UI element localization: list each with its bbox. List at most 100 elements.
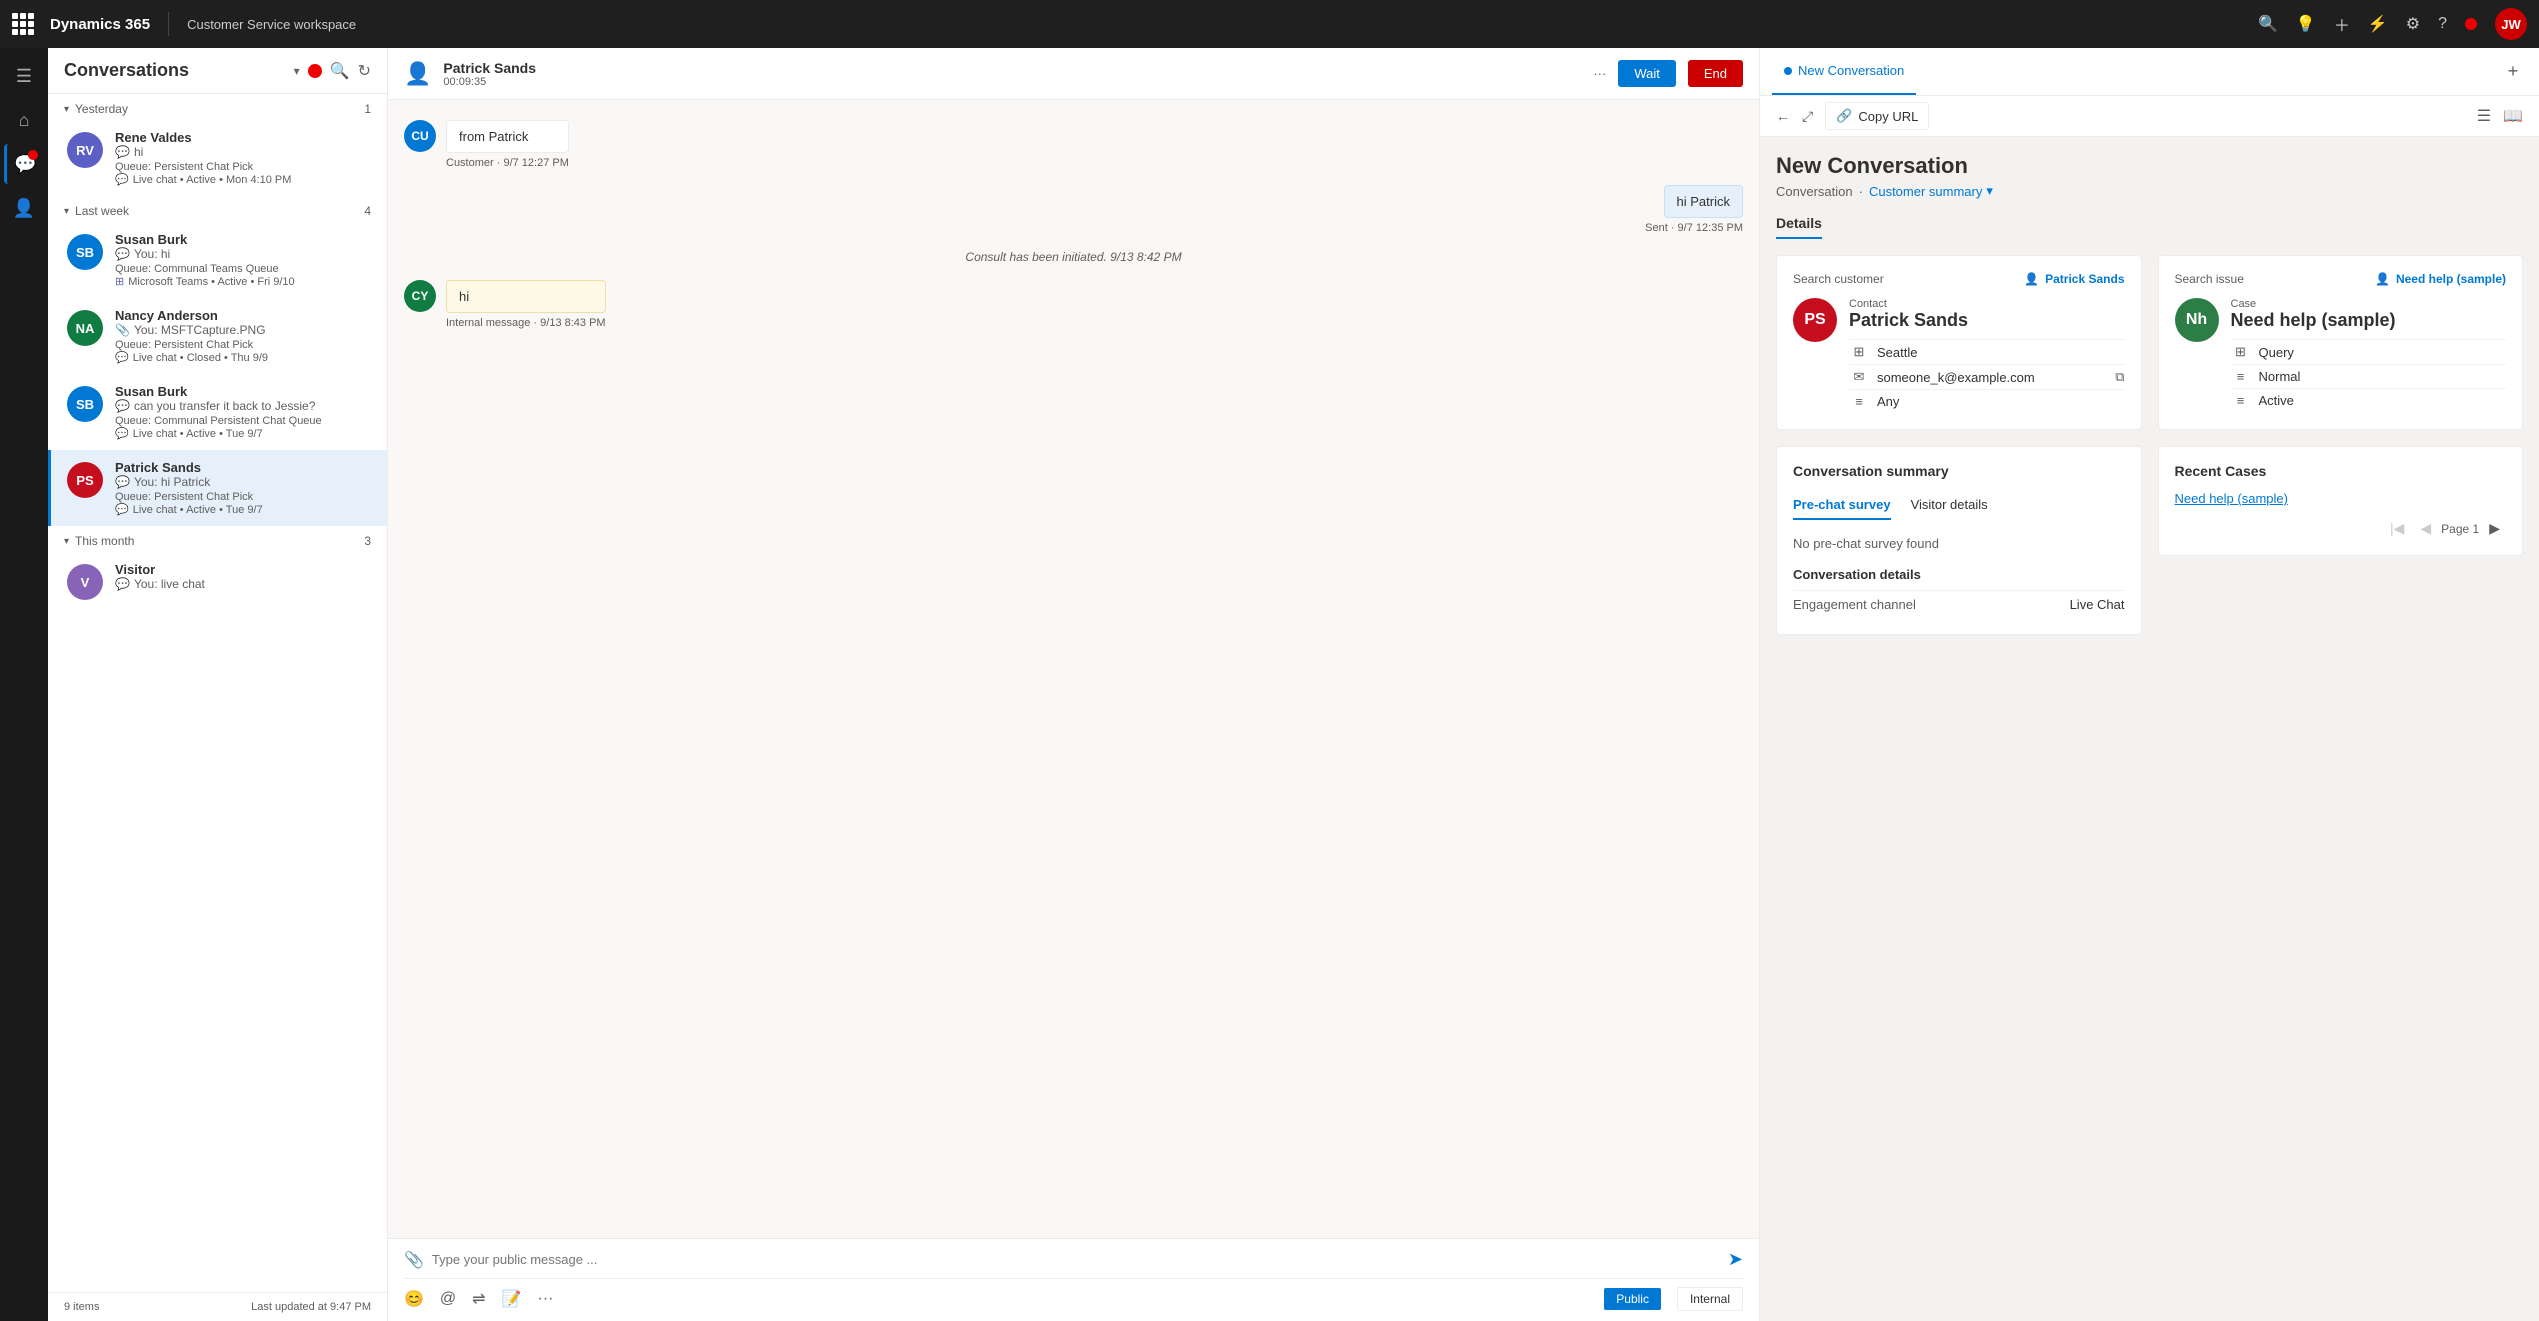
conv-details: Patrick Sands 💬 You: hi Patrick Queue: P… (115, 460, 371, 516)
conv-details: Visitor 💬 You: live chat (115, 562, 371, 591)
app-grid-icon[interactable] (12, 13, 34, 35)
message-text: from Patrick (459, 129, 528, 144)
send-icon[interactable]: ➤ (1728, 1249, 1743, 1270)
chat-input[interactable] (432, 1252, 1720, 1267)
details-section-label: Details (1776, 215, 2523, 255)
message-meta: Internal message · 9/13 8:43 PM (446, 317, 606, 329)
case-detail-2: ≡ Normal (2231, 364, 2507, 388)
conv-name: Susan Burk (115, 384, 371, 399)
location-icon: ⊞ (1849, 344, 1869, 360)
lightbulb-icon[interactable]: 💡 (2296, 14, 2316, 34)
engagement-channel-value: Live Chat (2070, 597, 2125, 612)
avatar: CY (404, 280, 436, 312)
tab-new-conversation[interactable]: New Conversation (1772, 48, 1916, 95)
list-item[interactable]: SB Susan Burk 💬 can you transfer it back… (48, 374, 387, 450)
conv-queue: Queue: Persistent Chat Pick (115, 339, 371, 351)
conv-details: Nancy Anderson 📎 You: MSFTCapture.PNG Qu… (115, 308, 371, 364)
case-field1: Query (2259, 345, 2507, 360)
group-yesterday[interactable]: ▾ Yesterday 1 (48, 94, 387, 120)
icon-bar-conversations[interactable]: 💬 (4, 144, 44, 184)
issue-search-value[interactable]: 👤 Need help (sample) (2375, 272, 2506, 286)
first-page-btn[interactable]: |◀ (2384, 518, 2410, 539)
case-field2-icon: ≡ (2231, 369, 2251, 384)
avatar: V (67, 564, 103, 600)
customer-search-value[interactable]: 👤 Patrick Sands (2024, 272, 2124, 286)
end-button[interactable]: End (1688, 60, 1743, 87)
customer-card: Search customer 👤 Patrick Sands PS Conta… (1776, 255, 2142, 430)
prev-page-btn[interactable]: ◀ (2414, 518, 2437, 539)
back-button[interactable]: ← (1772, 104, 1794, 128)
mention-icon[interactable]: @ (440, 1290, 456, 1308)
conversations-chevron[interactable]: ▾ (294, 64, 300, 78)
chat-more-btn[interactable]: ··· (1593, 66, 1606, 81)
popout-button[interactable]: ⤢ (1798, 104, 1817, 129)
list-item[interactable]: SB Susan Burk 💬 You: hi Queue: Communal … (48, 222, 387, 298)
email-copy-icon[interactable]: ⧉ (2115, 369, 2124, 385)
message-text: hi Patrick (1677, 194, 1730, 209)
message-meta: Sent · 9/7 12:35 PM (1645, 222, 1743, 234)
contact-detail-location: ⊞ Seattle (1849, 339, 2125, 364)
group-thismonth-chevron: ▾ (64, 536, 69, 547)
icon-bar-contacts[interactable]: 👤 (4, 188, 44, 228)
settings-icon[interactable]: ⚙ (2406, 14, 2420, 34)
case-card: Nh Case Need help (sample) ⊞ Query ≡ Nor… (2175, 298, 2507, 412)
help-icon[interactable]: ? (2438, 15, 2447, 33)
internal-button[interactable]: Internal (1677, 1287, 1743, 1311)
message-content: hi Patrick Sent · 9/7 12:35 PM (1645, 185, 1743, 234)
chat-timer: 00:09:35 (443, 76, 1581, 88)
public-button[interactable]: Public (1604, 1288, 1661, 1310)
conv-details: Rene Valdes 💬 hi Queue: Persistent Chat … (115, 130, 371, 186)
book-icon[interactable]: 📖 (2499, 102, 2527, 130)
message-group: CY hi Internal message · 9/13 8:43 PM (404, 280, 1743, 329)
conv-message: 💬 hi (115, 145, 371, 159)
attach-icon[interactable]: 📎 (404, 1250, 424, 1270)
workspace-name: Customer Service workspace (187, 17, 356, 32)
next-page-btn[interactable]: ▶ (2483, 518, 2506, 539)
plus-icon[interactable]: ＋ (2334, 12, 2350, 36)
list-item[interactable]: RV Rene Valdes 💬 hi Queue: Persistent Ch… (48, 120, 387, 196)
transfer-icon[interactable]: ⇌ (472, 1289, 485, 1309)
avatar[interactable]: JW (2495, 8, 2527, 40)
avatar: PS (1793, 298, 1837, 342)
filter-icon[interactable]: ⚡ (2368, 14, 2388, 34)
conversations-search-btn[interactable]: 🔍 (330, 61, 350, 81)
breadcrumb-active[interactable]: Customer summary ▾ (1869, 183, 1993, 199)
list-item[interactable]: PS Patrick Sands 💬 You: hi Patrick Queue… (48, 450, 387, 526)
recent-case-link[interactable]: Need help (sample) (2175, 491, 2507, 506)
more-icon[interactable]: ··· (538, 1290, 554, 1308)
list-view-icon[interactable]: ☰ (2473, 102, 2495, 130)
tab-visitor-details[interactable]: Visitor details (1911, 491, 1988, 520)
search-icon[interactable]: 🔍 (2258, 14, 2278, 34)
right-panel-content: New Conversation Conversation · Customer… (1760, 137, 2539, 1321)
copy-url-button[interactable]: 🔗 Copy URL (1825, 102, 1929, 130)
add-tab-button[interactable]: + (2499, 58, 2527, 86)
tab-prechat-survey[interactable]: Pre-chat survey (1793, 491, 1891, 520)
conv-name: Visitor (115, 562, 371, 577)
issue-search-label: Search issue (2175, 272, 2244, 286)
case-detail-1: ⊞ Query (2231, 339, 2507, 364)
group-thismonth[interactable]: ▾ This month 3 (48, 526, 387, 552)
conv-name: Rene Valdes (115, 130, 371, 145)
recent-cases-card: Recent Cases Need help (sample) |◀ ◀ Pag… (2158, 446, 2524, 556)
list-item[interactable]: V Visitor 💬 You: live chat (48, 552, 387, 610)
message-icon: 💬 (115, 475, 130, 489)
note-icon[interactable]: 📝 (502, 1289, 522, 1309)
message-content: from Patrick Customer · 9/7 12:27 PM (446, 120, 569, 169)
icon-bar-menu[interactable]: ☰ (4, 56, 44, 96)
conv-message: 💬 You: hi Patrick (115, 475, 371, 489)
chat-title-area: Patrick Sands 00:09:35 (443, 60, 1581, 88)
group-lastweek[interactable]: ▾ Last week 4 (48, 196, 387, 222)
conv-details-label: Conversation details (1793, 567, 2125, 582)
case-field1-icon: ⊞ (2231, 344, 2251, 360)
wait-button[interactable]: Wait (1618, 60, 1676, 87)
icon-bar-home[interactable]: ⌂ (4, 100, 44, 140)
list-item[interactable]: NA Nancy Anderson 📎 You: MSFTCapture.PNG… (48, 298, 387, 374)
chat-contact-name: Patrick Sands (443, 60, 1581, 76)
emoji-icon[interactable]: 😊 (404, 1289, 424, 1309)
message-bubble: hi (446, 280, 606, 313)
message-text: hi (459, 289, 469, 304)
message-content: hi Internal message · 9/13 8:43 PM (446, 280, 606, 329)
conversations-refresh-btn[interactable]: ↻ (358, 61, 371, 81)
attachment-icon: 📎 (115, 323, 130, 337)
contact-type: Contact (1849, 298, 2125, 310)
